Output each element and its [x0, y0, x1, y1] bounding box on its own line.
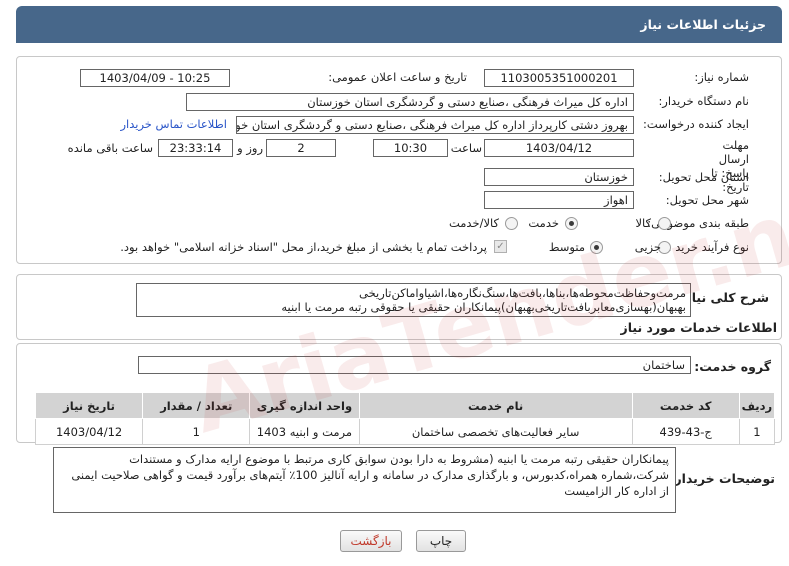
page-title: جزئیات اطلاعات نیاز	[640, 17, 766, 32]
treasury-checkbox[interactable]: ✓	[494, 240, 507, 253]
col-header-index: ردیف	[738, 392, 776, 419]
category-radio-goods-service[interactable]	[505, 217, 518, 230]
buyer-org-field: اداره کل میراث فرهنگی ،صنایع دستی و گردش…	[186, 93, 634, 111]
summary-line-2: بهبهان(بهسازی‌معابربافت‌تاریخی‌بهبهان)پی…	[281, 300, 686, 314]
col-header-date: تاریخ نیاز	[34, 392, 144, 419]
requester-field: بهروز دشتی کارپرداز اداره کل میراث فرهنگ…	[236, 116, 634, 134]
days-field: 2	[266, 139, 336, 157]
deadline-label: مهلت ارسال پاسخ: تا تاریخ:	[711, 138, 749, 194]
buyer-org-label: نام دستگاه خریدار:	[658, 94, 749, 108]
category-option-service: خدمت	[528, 216, 559, 230]
col-header-name: نام خدمت	[358, 392, 633, 419]
remaining-label: ساعت باقی مانده	[67, 141, 153, 155]
buyer-notes-line-2: شرکت،شماره همراه،کدبورس، و بارگذاری مدار…	[71, 468, 669, 482]
back-button[interactable]: بازگشت	[340, 530, 402, 552]
buyer-notes-box: پیمانکاران حقیقی رتبه مرمت یا ابنیه (مشر…	[53, 447, 676, 513]
city-field: اهواز	[484, 191, 634, 209]
cell-unit: مرمت و ابنیه 1403	[249, 418, 360, 445]
buyer-notes-label: توضیحات خریدار:	[669, 471, 775, 486]
requester-label: ایجاد کننده درخواست:	[643, 117, 749, 131]
remaining-time-field: 23:33:14	[158, 139, 233, 157]
page-header: جزئیات اطلاعات نیاز	[16, 6, 782, 43]
process-radio-medium[interactable]	[590, 241, 603, 254]
cell-qty: 1	[142, 418, 251, 445]
category-radio-goods[interactable]	[658, 217, 671, 230]
category-option-goods: کالا	[635, 216, 651, 230]
cell-name: سایر فعالیت‌های تخصصی ساختمان	[358, 418, 633, 445]
cell-code: ج-43-439	[631, 418, 740, 445]
province-label: استان محل تحویل:	[658, 170, 749, 184]
process-label: نوع فرآیند خرید :	[667, 240, 749, 254]
need-number-label: شماره نیاز:	[694, 70, 749, 84]
buyer-contact-link[interactable]: اطلاعات تماس خریدار	[120, 117, 227, 131]
print-button[interactable]: چاپ	[416, 530, 466, 552]
cell-date: 1403/04/12	[34, 418, 144, 445]
payment-note: پرداخت تمام یا بخشی از مبلغ خرید،از محل …	[120, 240, 487, 254]
services-section-title: اطلاعات خدمات مورد نیاز	[620, 320, 778, 335]
announce-field: 1403/04/09 - 10:25	[80, 69, 230, 87]
city-label: شهر محل تحویل:	[665, 193, 749, 207]
category-option-goods-service: کالا/خدمت	[448, 216, 499, 230]
cell-index: 1	[738, 418, 776, 445]
buyer-notes-line-1: پیمانکاران حقیقی رتبه مرمت یا ابنیه (مشر…	[129, 452, 669, 466]
deadline-date-field: 1403/04/12	[484, 139, 634, 157]
category-radio-service[interactable]	[565, 217, 578, 230]
process-option-medium: متوسط	[548, 240, 585, 254]
province-field: خوزستان	[484, 168, 634, 186]
table-row: 1 ج-43-439 سایر فعالیت‌های تخصصی ساختمان…	[34, 418, 776, 445]
col-header-code: کد خدمت	[631, 392, 740, 419]
announce-label: تاریخ و ساعت اعلان عمومی:	[328, 70, 467, 84]
summary-box: مرمت‌وحفاظت‌محوطه‌ها،بناها،بافت‌ها،سنگ‌ن…	[136, 283, 691, 317]
need-number-field: 1103005351000201	[484, 69, 634, 87]
services-table-header: ردیف کد خدمت نام خدمت واحد اندازه گیری ت…	[34, 392, 776, 419]
process-option-minor: جزیی	[634, 240, 661, 254]
service-group-label: گروه خدمت:	[694, 359, 771, 374]
days-label: روز و	[237, 141, 263, 155]
col-header-qty: تعداد / مقدار	[142, 392, 251, 419]
deadline-time-field: 10:30	[373, 139, 448, 157]
service-group-field: ساختمان	[138, 356, 691, 374]
summary-line-1: مرمت‌وحفاظت‌محوطه‌ها،بناها،بافت‌ها،سنگ‌ن…	[359, 286, 686, 300]
deadline-time-label: ساعت	[450, 141, 482, 155]
services-table: ردیف کد خدمت نام خدمت واحد اندازه گیری ت…	[34, 392, 776, 445]
buyer-notes-line-3: از اداره کار الزامیست	[564, 484, 669, 498]
summary-label: شرح کلی نیاز:	[679, 290, 769, 305]
info-panel	[16, 56, 782, 264]
col-header-unit: واحد اندازه گیری	[249, 392, 360, 419]
